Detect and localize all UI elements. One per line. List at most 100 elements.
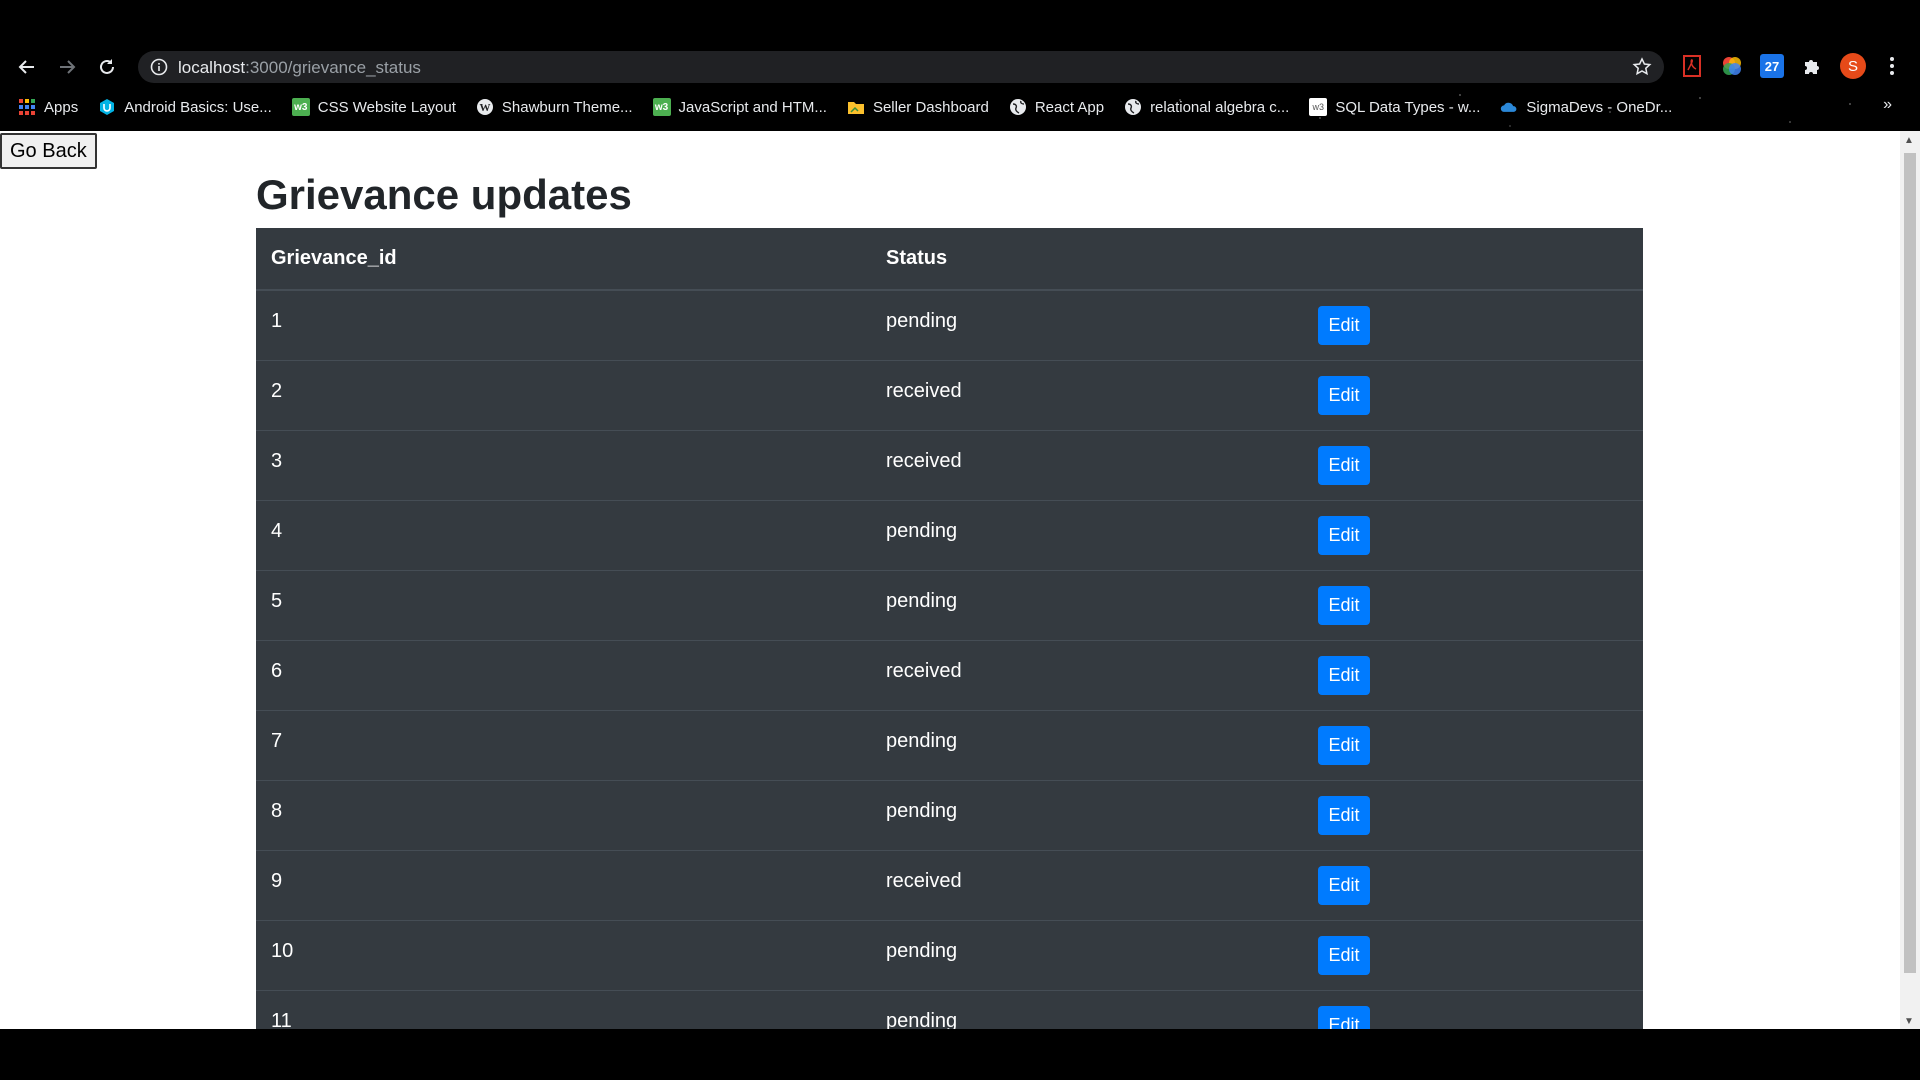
status-cell: pending	[871, 989, 1304, 1029]
edit-button[interactable]: Edit	[1318, 445, 1370, 485]
forward-arrow-icon[interactable]	[52, 52, 82, 82]
grievance-table-container: Grievance_id Status 1 pending Edit 2 receive…	[256, 228, 1643, 1029]
grievance-id-cell: 1	[256, 289, 871, 360]
bookmarks-overflow-icon[interactable]: »	[1883, 96, 1892, 114]
bookmark-item[interactable]: Apps	[18, 98, 78, 116]
table-row: 8 pending Edit	[256, 779, 1643, 850]
status-cell: pending	[871, 499, 1304, 570]
bookmark-item[interactable]: relational algebra c...	[1124, 98, 1289, 116]
w3-icon: w3	[291, 98, 310, 116]
table-body: 1 pending Edit 2 received Edit 3 received Edit 4 p…	[256, 289, 1643, 1029]
w3-icon: w3	[652, 98, 671, 116]
bookmark-label: Android Basics: Use...	[124, 98, 272, 116]
extensions-puzzle-icon[interactable]	[1800, 54, 1824, 78]
status-cell: pending	[871, 779, 1304, 850]
edit-button[interactable]: Edit	[1318, 1005, 1370, 1029]
edit-button[interactable]: Edit	[1318, 725, 1370, 765]
bookmarks-bar: Apps Android Basics: Use... w3 CSS Websi…	[18, 94, 1898, 120]
status-cell: received	[871, 359, 1304, 430]
page-title: Grievance updates	[256, 171, 632, 218]
action-cell: Edit	[1304, 359, 1643, 430]
pdf-extension-icon[interactable]	[1680, 54, 1704, 78]
wordpress-icon: W	[476, 98, 494, 116]
go-back-button[interactable]: Go Back	[0, 133, 97, 169]
table-row: 5 pending Edit	[256, 569, 1643, 640]
onedrive-icon	[1500, 98, 1518, 116]
bookmark-label: JavaScript and HTM...	[678, 98, 827, 116]
table-row: 6 received Edit	[256, 639, 1643, 710]
edit-button[interactable]: Edit	[1318, 865, 1370, 905]
site-info-icon[interactable]	[150, 58, 168, 81]
address-bar[interactable]: localhost:3000/grievance_status	[138, 51, 1664, 83]
profile-avatar[interactable]: S	[1840, 53, 1866, 79]
header-actions	[1304, 228, 1643, 291]
table-header-row: Grievance_id Status	[256, 228, 1643, 291]
grievance-id-cell: 5	[256, 569, 871, 640]
grievance-id-cell: 7	[256, 709, 871, 780]
grievance-id-cell: 8	[256, 779, 871, 850]
action-cell: Edit	[1304, 499, 1643, 570]
bookmark-item[interactable]: w3 SQL Data Types - w...	[1309, 98, 1480, 116]
edit-button[interactable]: Edit	[1318, 795, 1370, 835]
scroll-up-icon[interactable]: ▲	[1904, 135, 1914, 146]
url-text[interactable]: localhost:3000/grievance_status	[178, 58, 421, 78]
header-grievance-id: Grievance_id	[256, 228, 871, 291]
bookmark-item[interactable]: Android Basics: Use...	[98, 98, 272, 116]
reload-icon[interactable]	[92, 52, 122, 82]
browser-chrome: localhost:3000/grievance_status 27 S App…	[0, 0, 1920, 131]
bookmark-item[interactable]: React App	[1009, 98, 1104, 116]
bookmark-item[interactable]: w3 JavaScript and HTM...	[652, 98, 827, 116]
edit-button[interactable]: Edit	[1318, 515, 1370, 555]
page-viewport: Go Back Grievance updates Grievance_id S…	[0, 131, 1920, 1029]
status-cell: received	[871, 849, 1304, 920]
grievance-id-cell: 10	[256, 919, 871, 990]
color-picker-extension-icon[interactable]	[1720, 54, 1744, 78]
bookmark-label: Shawburn Theme...	[501, 98, 633, 116]
status-cell: pending	[871, 709, 1304, 780]
action-cell: Edit	[1304, 989, 1643, 1029]
action-cell: Edit	[1304, 429, 1643, 500]
action-cell: Edit	[1304, 569, 1643, 640]
table-row: 10 pending Edit	[256, 919, 1643, 990]
edit-button[interactable]: Edit	[1318, 655, 1370, 695]
bookmark-label: SQL Data Types - w...	[1335, 98, 1481, 116]
edit-button[interactable]: Edit	[1318, 305, 1370, 345]
udacity-icon	[98, 98, 116, 116]
bookmark-item[interactable]: SigmaDevs - OneDr...	[1500, 98, 1672, 116]
bookmark-label: CSS Website Layout	[317, 98, 456, 116]
table-row: 1 pending Edit	[256, 289, 1643, 360]
scroll-down-icon[interactable]: ▼	[1904, 1016, 1914, 1027]
bookmark-item[interactable]: Seller Dashboard	[847, 98, 989, 116]
action-cell: Edit	[1304, 289, 1643, 360]
bookmark-item[interactable]: w3 CSS Website Layout	[291, 98, 456, 116]
edit-button[interactable]: Edit	[1318, 935, 1370, 975]
grievance-table: Grievance_id Status 1 pending Edit 2 receive…	[256, 228, 1643, 1029]
grievance-id-cell: 4	[256, 499, 871, 570]
scrollbar-thumb[interactable]	[1904, 153, 1916, 973]
menu-kebab-icon[interactable]	[1880, 54, 1904, 78]
bookmark-item[interactable]: W Shawburn Theme...	[476, 98, 633, 116]
screen-bottom-bar	[0, 1029, 1920, 1080]
table-row: 11 pending Edit	[256, 989, 1643, 1029]
svg-text:W: W	[479, 102, 490, 114]
table-row: 2 received Edit	[256, 359, 1643, 430]
bookmark-star-icon[interactable]	[1632, 57, 1652, 82]
action-cell: Edit	[1304, 849, 1643, 920]
globe-icon	[1009, 98, 1027, 116]
folder-icon	[847, 98, 865, 116]
status-cell: pending	[871, 569, 1304, 640]
status-cell: pending	[871, 289, 1304, 360]
edit-button[interactable]: Edit	[1318, 585, 1370, 625]
action-cell: Edit	[1304, 639, 1643, 710]
grievance-id-cell: 2	[256, 359, 871, 430]
edit-button[interactable]: Edit	[1318, 375, 1370, 415]
page-scrollbar[interactable]: ▲ ▼	[1900, 131, 1920, 1029]
w3schools-icon: w3	[1309, 98, 1328, 116]
header-status: Status	[871, 228, 1304, 291]
action-cell: Edit	[1304, 779, 1643, 850]
bookmark-label: Apps	[44, 98, 79, 116]
calendar-extension-icon[interactable]: 27	[1760, 54, 1784, 78]
status-cell: received	[871, 429, 1304, 500]
back-arrow-icon[interactable]	[12, 52, 42, 82]
table-row: 4 pending Edit	[256, 499, 1643, 570]
